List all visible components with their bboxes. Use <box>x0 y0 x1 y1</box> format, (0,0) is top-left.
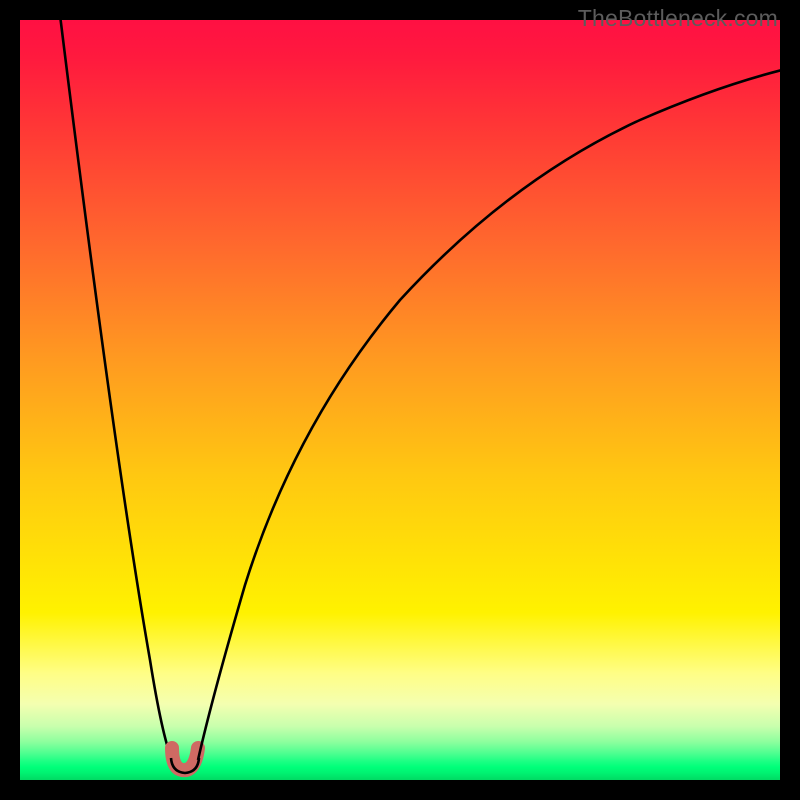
curve-left-branch <box>60 20 172 760</box>
curve-right-branch <box>198 68 780 760</box>
plot-area <box>20 20 780 780</box>
watermark-text: TheBottleneck.com <box>578 5 778 32</box>
chart-frame: TheBottleneck.com <box>0 0 800 800</box>
optimal-marker <box>172 748 198 770</box>
chart-svg <box>20 20 780 780</box>
